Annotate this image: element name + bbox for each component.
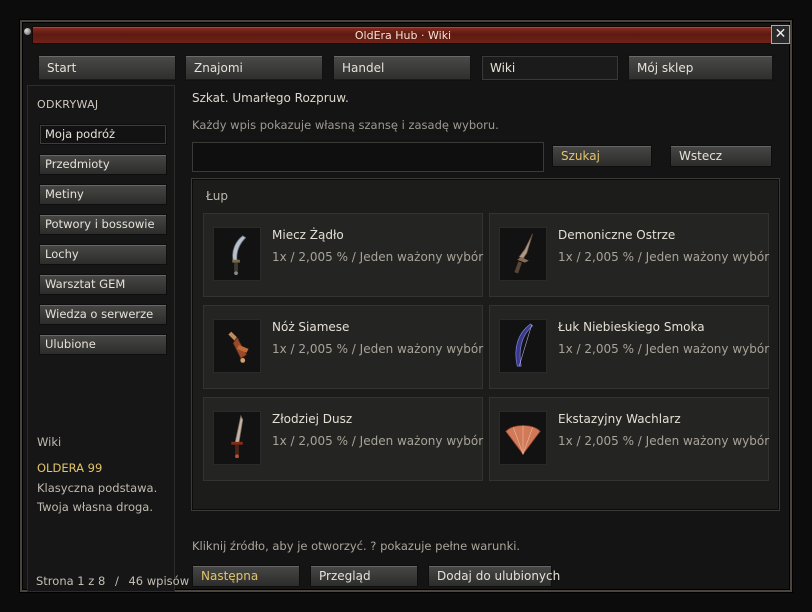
loot-item-detail: 1x / 2,005 % / Jeden ważony wybór	[558, 434, 770, 448]
page-subtitle: Każdy wpis pokazuje własną szansę i zasa…	[192, 118, 499, 132]
overview-button[interactable]: Przegląd	[310, 565, 418, 587]
window-corner-ornament-icon	[24, 28, 31, 35]
entry-count: 46 wpisów	[128, 574, 190, 588]
page-indicator: Strona 1 z 8	[36, 574, 106, 588]
next-button[interactable]: Następna	[192, 565, 300, 587]
tab-start[interactable]: Start	[38, 55, 176, 81]
sidebar-item-warsztat-gem[interactable]: Warsztat GEM	[39, 274, 167, 295]
loot-card[interactable]: Ekstazyjny Wachlarz 1x / 2,005 % / Jeden…	[489, 397, 769, 481]
wiki-window: OldEra Hub · Wiki ✕ Start Znajomi Handel…	[20, 20, 792, 592]
sidebar-tagline-1: Klasyczna podstawa.	[37, 481, 158, 495]
sidebar-item-metiny[interactable]: Metiny	[39, 184, 167, 205]
back-button[interactable]: Wstecz	[670, 145, 772, 167]
loot-item-detail: 1x / 2,005 % / Jeden ważony wybór	[558, 342, 770, 356]
loot-item-name: Miecz Żądło	[272, 228, 344, 242]
fan-icon	[499, 411, 547, 465]
loot-item-name: Łuk Niebieskiego Smoka	[558, 320, 705, 334]
loot-item-name: Złodziej Dusz	[272, 412, 353, 426]
loot-card[interactable]: Złodziej Dusz 1x / 2,005 % / Jeden ważon…	[203, 397, 483, 481]
dragon-bow-icon	[499, 319, 547, 373]
title-bar[interactable]: OldEra Hub · Wiki	[32, 26, 774, 44]
loot-card[interactable]: Demoniczne Ostrze 1x / 2,005 % / Jeden w…	[489, 213, 769, 297]
loot-card[interactable]: Nóż Siamese 1x / 2,005 % / Jeden ważony …	[203, 305, 483, 389]
page-title: Szkat. Umarłego Rozpruw.	[192, 91, 349, 105]
sidebar-heading: ODKRYWAJ	[37, 98, 99, 111]
loot-card[interactable]: Łuk Niebieskiego Smoka 1x / 2,005 % / Je…	[489, 305, 769, 389]
tab-moj-sklep[interactable]: Mój sklep	[628, 55, 773, 81]
pagination-status: Strona 1 z 8 / 46 wpisów	[36, 574, 189, 588]
loot-item-name: Ekstazyjny Wachlarz	[558, 412, 681, 426]
loot-item-name: Demoniczne Ostrze	[558, 228, 676, 242]
sidebar-item-przedmioty[interactable]: Przedmioty	[39, 154, 167, 175]
sidebar-item-lochy[interactable]: Lochy	[39, 244, 167, 265]
loot-item-detail: 1x / 2,005 % / Jeden ważony wybór	[272, 250, 484, 264]
sidebar-tagline-2: Twoja własna droga.	[37, 500, 153, 514]
hint-text: Kliknij źródło, aby je otworzyć. ? pokaz…	[192, 539, 521, 553]
pager-separator: /	[114, 574, 119, 588]
add-favorite-button[interactable]: Dodaj do ulubionych	[428, 565, 560, 587]
loot-item-detail: 1x / 2,005 % / Jeden ważony wybór	[272, 342, 484, 356]
loot-item-detail: 1x / 2,005 % / Jeden ważony wybór	[558, 250, 770, 264]
loot-card[interactable]: Miecz Żądło 1x / 2,005 % / Jeden ważony …	[203, 213, 483, 297]
demonic-blade-icon	[499, 227, 547, 281]
sidebar-item-ulubione[interactable]: Ulubione	[39, 334, 167, 355]
sidebar-item-potwory[interactable]: Potwory i bossowie	[39, 214, 167, 235]
close-button[interactable]: ✕	[771, 25, 790, 44]
loot-heading: Łup	[206, 189, 228, 203]
sidebar-server-name: OLDERA 99	[37, 461, 103, 475]
tab-wiki[interactable]: Wiki	[481, 55, 619, 81]
window-title: OldEra Hub · Wiki	[354, 29, 452, 42]
loot-item-name: Nóż Siamese	[272, 320, 350, 334]
soul-thief-sword-icon	[213, 411, 261, 465]
main-content: Szkat. Umarłego Rozpruw. Każdy wpis poka…	[190, 85, 780, 592]
search-input[interactable]	[192, 142, 544, 172]
search-button[interactable]: Szukaj	[552, 145, 652, 167]
loot-panel: Łup Miecz Żądło 1x / 2,005 % / Jeden waż…	[191, 178, 780, 511]
loot-item-detail: 1x / 2,005 % / Jeden ważony wybór	[272, 434, 484, 448]
curved-blade-icon	[213, 227, 261, 281]
twin-knife-icon	[213, 319, 261, 373]
tab-znajomi[interactable]: Znajomi	[185, 55, 323, 81]
sidebar-info-section: Wiki	[37, 435, 62, 449]
sidebar-item-moja-podroz[interactable]: Moja podróż	[39, 124, 167, 145]
tab-handel[interactable]: Handel	[333, 55, 471, 81]
sidebar-item-wiedza[interactable]: Wiedza o serwerze	[39, 304, 167, 325]
sidebar: ODKRYWAJ Moja podróż Przedmioty Metiny P…	[27, 85, 175, 592]
